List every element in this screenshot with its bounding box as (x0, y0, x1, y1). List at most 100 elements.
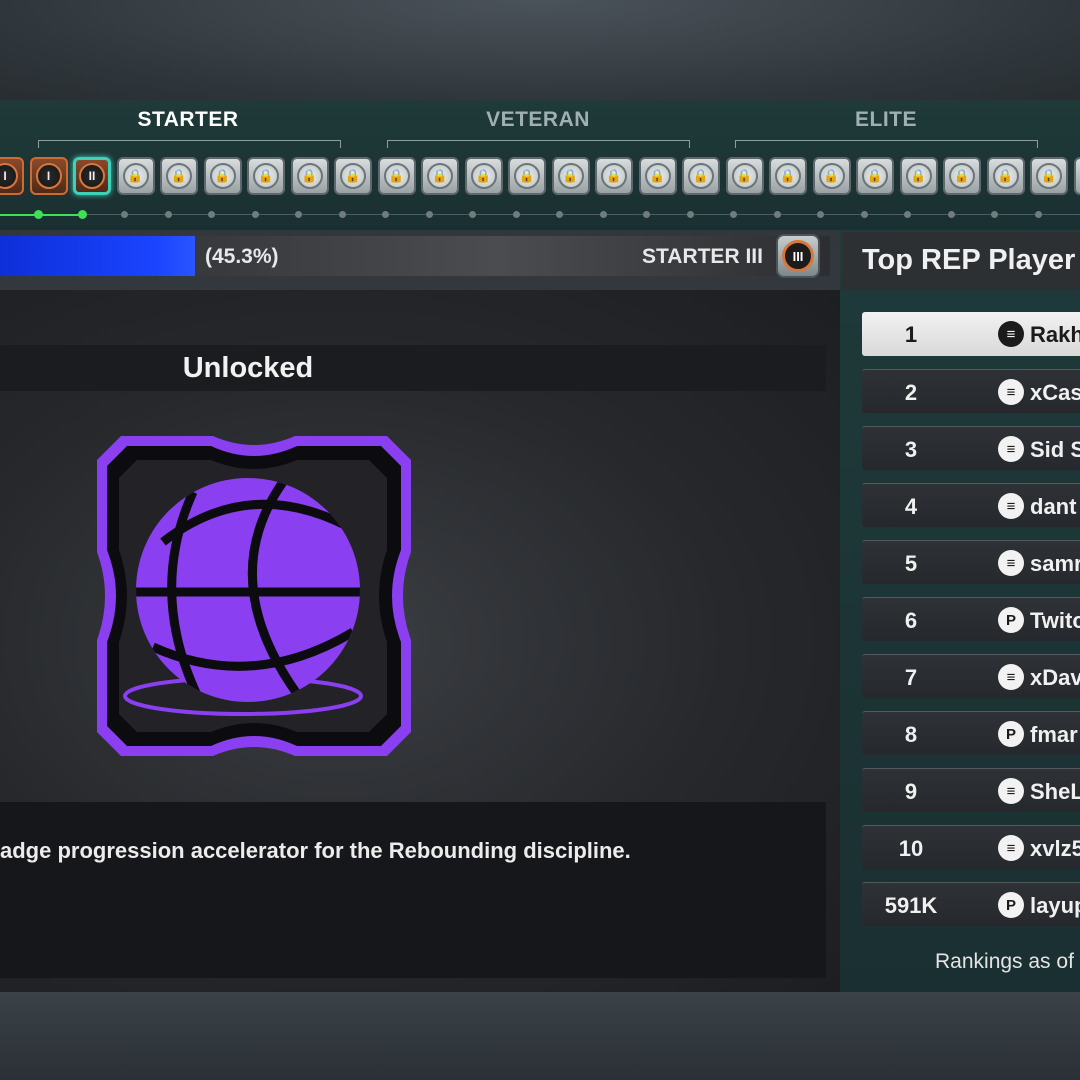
rep-badge-locked[interactable]: 🔒 (986, 157, 1025, 195)
tier-medal-icon: III (776, 234, 820, 278)
track-dot (77, 210, 87, 219)
leaderboard-rank: 4 (904, 494, 918, 519)
tier-medal-numeral: III (782, 240, 814, 272)
rep-badge-track: IIII🔒🔒🔒🔒🔒🔒🔒🔒🔒🔒🔒🔒🔒🔒🔒🔒🔒🔒🔒🔒🔒🔒🔒 (0, 157, 1080, 197)
leaderboard-player-name: Sid S (1030, 437, 1080, 462)
track-dot (164, 211, 172, 218)
lock-icon: 🔒 (296, 163, 323, 189)
track-dot (251, 211, 259, 218)
leaderboard-row[interactable]: 2 ≡ xCas (862, 369, 1080, 413)
rep-badge-locked[interactable]: 🔒 (769, 157, 807, 195)
track-dot (991, 211, 998, 218)
rep-badge-selected[interactable]: II (73, 157, 111, 195)
description-box (0, 802, 826, 978)
leaderboard-row[interactable]: 3 ≡ Sid S (862, 426, 1080, 470)
lock-icon: 🔒 (905, 163, 932, 189)
reward-description: adge progression accelerator for the Reb… (0, 838, 631, 863)
track-dot (382, 211, 389, 218)
lock-icon: 🔒 (340, 163, 366, 189)
tier-bracket-veteran (387, 140, 690, 148)
playstation-icon: P (998, 607, 1024, 633)
tier-bracket-starter (38, 140, 341, 148)
lock-icon: 🔒 (166, 163, 192, 189)
badge-numeral: I (35, 163, 62, 189)
rep-badge-locked[interactable]: 🔒 (203, 157, 242, 195)
track-dot (773, 211, 781, 218)
rep-badge-locked[interactable]: 🔒 (725, 157, 764, 195)
track-dot (686, 211, 694, 218)
rep-badge-locked[interactable]: 🔒 (508, 157, 546, 195)
rep-badge-locked[interactable]: 🔒 (812, 157, 851, 195)
leaderboard-rank: 1 (904, 322, 918, 347)
leaderboard-rank: 7 (904, 665, 918, 690)
lock-icon: 🔒 (470, 163, 497, 189)
leaderboard-row[interactable]: 10 ≡ xvlz5 (862, 825, 1080, 869)
rep-badge-locked[interactable]: 🔒 (247, 157, 285, 195)
rep-badge-locked[interactable]: 🔒 (551, 157, 590, 195)
track-dot (947, 211, 955, 218)
crossplay-icon: ≡ (998, 550, 1024, 576)
rep-badge-locked[interactable]: 🔒 (899, 157, 938, 195)
lock-icon: 🔒 (862, 163, 888, 189)
leaderboard-rank: 8 (904, 722, 918, 747)
lock-icon: 🔒 (818, 163, 845, 189)
leaderboard-rank: 591K (884, 893, 938, 918)
leaderboard-player-name: xDav (1030, 665, 1080, 690)
leaderboard-footer: Rankings as of (935, 950, 1074, 973)
rep-badge-locked[interactable]: 🔒 (1073, 157, 1080, 195)
rep-badge-locked[interactable]: 🔒 (377, 157, 416, 195)
rep-badge-locked[interactable]: 🔒 (682, 157, 720, 195)
leaderboard-rank: 5 (904, 551, 918, 576)
leaderboard-row[interactable]: 7 ≡ xDav (862, 654, 1080, 698)
rep-badge-locked[interactable]: 🔒 (421, 157, 459, 195)
crossplay-icon: ≡ (998, 664, 1024, 690)
leaderboard-rank: 6 (904, 608, 918, 633)
rep-badge-unlocked[interactable]: I (0, 157, 24, 195)
rep-badge-locked[interactable]: 🔒 (638, 157, 677, 195)
crossplay-icon: ≡ (998, 493, 1024, 519)
leaderboard-row[interactable]: 6 P Twitc (862, 597, 1080, 641)
rep-badge-locked[interactable]: 🔒 (1030, 157, 1068, 195)
rep-badge-locked[interactable]: 🔒 (943, 157, 981, 195)
playstation-icon: P (998, 892, 1024, 918)
lock-icon: 🔒 (383, 163, 410, 189)
lock-icon: 🔒 (775, 163, 801, 189)
reward-status: Unlocked (182, 352, 314, 384)
crossplay-icon: ≡ (998, 321, 1024, 347)
rep-badge-locked[interactable]: 🔒 (116, 157, 155, 195)
rep-badge-locked[interactable]: 🔒 (595, 157, 633, 195)
rep-badge-locked[interactable]: 🔒 (334, 157, 372, 195)
track-dot (730, 211, 737, 218)
lock-icon: 🔒 (514, 163, 540, 189)
crossplay-icon: ≡ (998, 778, 1024, 804)
track-dot (860, 211, 868, 218)
track-line (0, 214, 1080, 215)
rep-badge-locked[interactable]: 🔒 (856, 157, 894, 195)
rep-badge-locked[interactable]: 🔒 (464, 157, 503, 195)
track-dot (425, 211, 433, 218)
lock-icon: 🔒 (427, 163, 453, 189)
lock-icon: 🔒 (731, 163, 758, 189)
leaderboard-row[interactable]: 591K Playup (862, 882, 1080, 926)
lock-icon: 🔒 (992, 163, 1019, 189)
rep-badge-locked[interactable]: 🔒 (290, 157, 329, 195)
rep-badge-locked[interactable]: 🔒 (160, 157, 198, 195)
leaderboard-player-name: dant (1030, 494, 1077, 519)
tier-label-veteran: VETERAN (486, 108, 590, 131)
lock-icon: 🔒 (122, 163, 149, 189)
rep-badge-unlocked[interactable]: I (29, 157, 68, 195)
track-dot (338, 211, 346, 218)
leaderboard-rank: 10 (898, 836, 924, 861)
track-dot (34, 210, 43, 219)
leaderboard-row[interactable]: 4 ≡ dant (862, 483, 1080, 527)
rep-progress-fill (0, 236, 195, 276)
leaderboard-row[interactable]: 9 ≡ SheL (862, 768, 1080, 812)
track-dot (208, 211, 215, 218)
badge-numeral: I (0, 163, 18, 189)
crossplay-icon: ≡ (998, 835, 1024, 861)
leaderboard-row[interactable]: 1 ≡ Rakh (862, 312, 1080, 356)
lock-icon: 🔒 (1036, 163, 1062, 189)
leaderboard-row[interactable]: 5 ≡ samr (862, 540, 1080, 584)
leaderboard-row[interactable]: 8 Pfmar (862, 711, 1080, 755)
background-top (0, 0, 1080, 100)
